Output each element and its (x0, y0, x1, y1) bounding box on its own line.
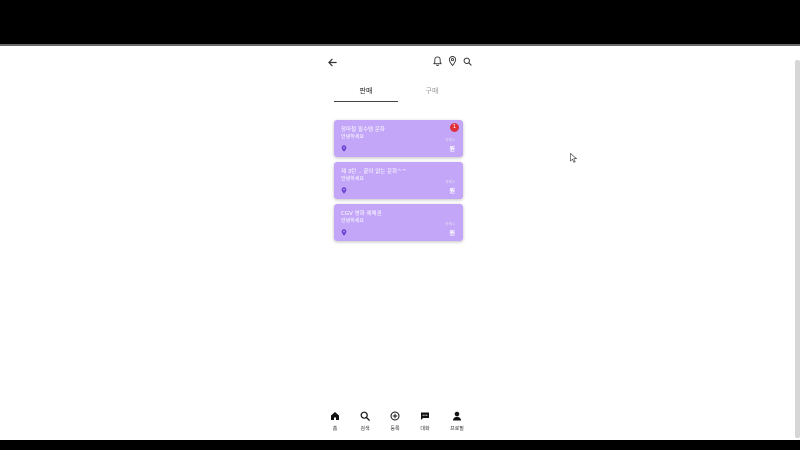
app-container: 판매 구매 장마철 필수템 운화 안녕하세요 가격 1 원 1 제 3탄 .. … (323, 46, 478, 440)
chat-icon (421, 412, 429, 420)
nav-item-profile[interactable]: 프로필 (445, 410, 469, 436)
product-subtitle: 안녕하세요 (341, 218, 365, 224)
nav-label: 등록 (390, 426, 400, 432)
nav-item-home[interactable]: 홈 (323, 410, 347, 436)
search-icon (360, 411, 370, 421)
product-title: 장마철 필수템 운화 (341, 127, 385, 133)
arrow-left-icon (327, 58, 337, 66)
product-price: 원 (449, 230, 455, 237)
header-icon-group (431, 55, 473, 67)
nav-item-register[interactable]: 등록 (383, 410, 407, 436)
nav-label: 검색 (360, 426, 370, 432)
unread-badge: 1 (450, 123, 459, 132)
price-label: 가격 1 (445, 138, 455, 142)
location-pin-icon (341, 145, 347, 152)
location-button[interactable] (446, 55, 458, 67)
location-pin-icon (341, 229, 347, 236)
nav-label: 프로필 (450, 426, 464, 432)
location-pin-icon (448, 56, 456, 66)
product-price: 원 (449, 188, 455, 195)
product-title: CGV 영화 예매권 (341, 211, 382, 217)
notification-button[interactable] (431, 55, 443, 67)
scrollbar[interactable] (795, 60, 800, 438)
window-bottom-bar (0, 440, 800, 450)
nav-label: 대화 (420, 426, 430, 432)
product-card[interactable]: CGV 영화 예매권 안녕하세요 가격 1 원 (334, 204, 463, 241)
home-icon (331, 412, 339, 420)
price-label: 가격 1 (445, 222, 455, 226)
back-button[interactable] (326, 56, 338, 68)
tab-sell[interactable]: 판매 (334, 82, 398, 102)
tab-buy[interactable]: 구매 (400, 82, 464, 102)
nav-label: 홈 (332, 426, 338, 432)
bell-icon (432, 56, 442, 66)
price-label: 가격 1 (445, 180, 455, 184)
add-circle-icon (390, 411, 400, 421)
nav-item-search[interactable]: 검색 (353, 410, 377, 436)
product-price: 원 (449, 146, 455, 153)
person-icon (453, 411, 461, 421)
search-icon (463, 57, 472, 66)
mouse-cursor-icon (570, 153, 578, 163)
product-title: 제 3탄 .. 끝이 없는 운화^^ (341, 169, 407, 175)
product-card[interactable]: 제 3탄 .. 끝이 없는 운화^^ 안녕하세요 가격 1 원 (334, 162, 463, 199)
nav-item-chat[interactable]: 대화 (413, 410, 437, 436)
location-pin-icon (341, 187, 347, 194)
trade-tabs: 판매 구매 (334, 82, 464, 102)
product-subtitle: 안녕하세요 (341, 176, 365, 182)
search-button[interactable] (461, 55, 473, 67)
product-subtitle: 안녕하세요 (341, 134, 365, 140)
product-list: 장마철 필수템 운화 안녕하세요 가격 1 원 1 제 3탄 .. 끝이 없는 … (334, 120, 463, 246)
window-top-bar (0, 0, 800, 44)
page-viewport: 판매 구매 장마철 필수템 운화 안녕하세요 가격 1 원 1 제 3탄 .. … (0, 46, 800, 440)
product-card[interactable]: 장마철 필수템 운화 안녕하세요 가격 1 원 1 (334, 120, 463, 157)
bottom-navigation: 홈 검색 등록 대화 프로필 (323, 410, 478, 436)
